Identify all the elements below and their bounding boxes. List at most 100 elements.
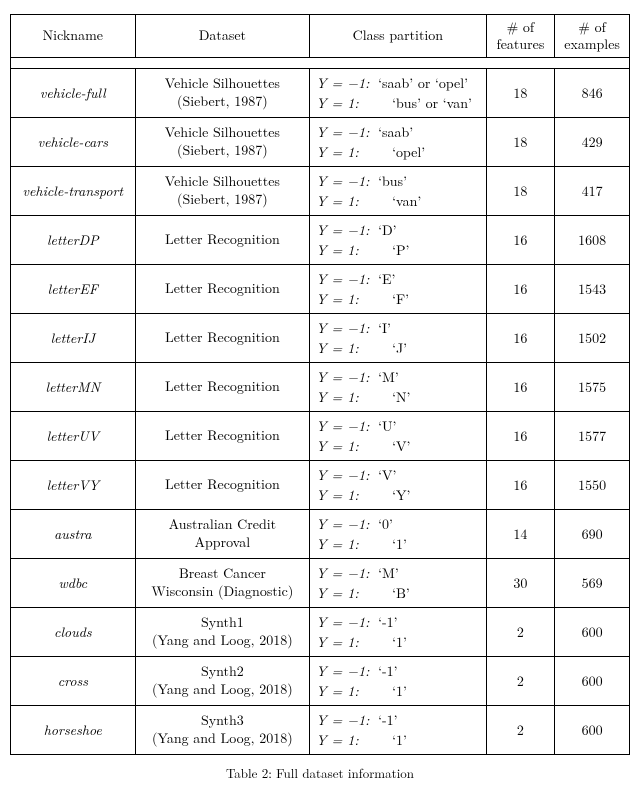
cell-dataset: Letter Recognition — [135, 313, 309, 362]
cell-dataset: Vehicle Silhouettes(Siebert, 1987) — [135, 68, 309, 117]
cell-dataset: Letter Recognition — [135, 411, 309, 460]
cell-dataset: Synth1(Yang and Loog, 2018) — [135, 607, 309, 656]
cell-partition: Y = −1:‘U’Y = 1: ‘V’ — [310, 411, 487, 460]
cell-features: 30 — [486, 558, 555, 607]
table-row: wdbcBreast CancerWisconsin (Diagnostic)Y… — [11, 558, 630, 607]
cell-dataset: Letter Recognition — [135, 215, 309, 264]
partition-label: Y = 1: — [316, 730, 378, 750]
partition-value: ‘M’ — [378, 563, 399, 583]
partition-label: Y = 1: — [316, 338, 378, 358]
partition-label: Y = 1: — [316, 142, 378, 162]
partition-value: ‘1’ — [378, 632, 407, 652]
cell-partition: Y = −1:‘0’Y = 1: ‘1’ — [310, 509, 487, 558]
partition-line: Y = −1:‘-1’ — [316, 661, 480, 681]
cell-dataset: Synth3(Yang and Loog, 2018) — [135, 705, 309, 754]
cell-nickname: letterMN — [11, 362, 136, 411]
cell-partition: Y = −1:‘-1’Y = 1: ‘1’ — [310, 607, 487, 656]
partition-line: Y = 1: ‘1’ — [316, 730, 480, 750]
cell-partition: Y = −1:‘I’Y = 1: ‘J’ — [310, 313, 487, 362]
partition-line: Y = −1:‘I’ — [316, 318, 480, 338]
cell-features: 16 — [486, 264, 555, 313]
table-row: vehicle-carsVehicle Silhouettes(Siebert,… — [11, 117, 630, 166]
cell-partition: Y = −1:‘M’Y = 1: ‘N’ — [310, 362, 487, 411]
cell-dataset: Letter Recognition — [135, 264, 309, 313]
cell-partition: Y = −1:‘M’Y = 1: ‘B’ — [310, 558, 487, 607]
cell-examples: 569 — [555, 558, 630, 607]
cell-nickname: austra — [11, 509, 136, 558]
cell-examples: 417 — [555, 166, 630, 215]
cell-examples: 600 — [555, 607, 630, 656]
cell-nickname: clouds — [11, 607, 136, 656]
partition-label: Y = 1: — [316, 191, 378, 211]
partition-value: ‘van’ — [378, 191, 421, 211]
partition-value: ‘saab’ or ‘opel’ — [378, 73, 468, 93]
cell-features: 2 — [486, 607, 555, 656]
partition-value: ‘M’ — [378, 367, 399, 387]
partition-value: ‘V’ — [378, 465, 396, 485]
partition-label: Y = 1: — [316, 583, 378, 603]
partition-line: Y = 1: ‘1’ — [316, 632, 480, 652]
cell-partition: Y = −1:‘saab’ or ‘opel’Y = 1: ‘bus’ or ‘… — [310, 68, 487, 117]
partition-value: ‘1’ — [378, 730, 407, 750]
cell-features: 18 — [486, 117, 555, 166]
partition-line: Y = 1: ‘Y’ — [316, 485, 480, 505]
cell-features: 16 — [486, 460, 555, 509]
partition-label: Y = −1: — [316, 269, 378, 289]
partition-line: Y = 1: ‘V’ — [316, 436, 480, 456]
cell-examples: 1543 — [555, 264, 630, 313]
cell-examples: 600 — [555, 705, 630, 754]
cell-nickname: letterDP — [11, 215, 136, 264]
table-header-row: Nickname Dataset Class partition # offea… — [11, 15, 630, 58]
cell-examples: 1550 — [555, 460, 630, 509]
partition-value: ‘-1’ — [378, 710, 397, 730]
cell-dataset: Letter Recognition — [135, 460, 309, 509]
table-row: letterUVLetter RecognitionY = −1:‘U’Y = … — [11, 411, 630, 460]
header-separator — [11, 57, 630, 68]
cell-partition: Y = −1:‘V’Y = 1: ‘Y’ — [310, 460, 487, 509]
cell-features: 18 — [486, 166, 555, 215]
cell-features: 16 — [486, 313, 555, 362]
header-nickname: Nickname — [11, 15, 136, 58]
cell-features: 2 — [486, 705, 555, 754]
cell-dataset: Vehicle Silhouettes(Siebert, 1987) — [135, 166, 309, 215]
cell-partition: Y = −1:‘bus’Y = 1: ‘van’ — [310, 166, 487, 215]
partition-label: Y = 1: — [316, 93, 378, 113]
cell-features: 18 — [486, 68, 555, 117]
partition-line: Y = −1:‘M’ — [316, 563, 480, 583]
cell-features: 2 — [486, 656, 555, 705]
partition-label: Y = −1: — [316, 710, 378, 730]
partition-label: Y = 1: — [316, 240, 378, 260]
partition-line: Y = 1: ‘N’ — [316, 387, 480, 407]
table-row: horseshoeSynth3(Yang and Loog, 2018)Y = … — [11, 705, 630, 754]
partition-label: Y = −1: — [316, 661, 378, 681]
partition-label: Y = 1: — [316, 534, 378, 554]
cell-nickname: letterVY — [11, 460, 136, 509]
partition-line: Y = 1: ‘B’ — [316, 583, 480, 603]
partition-value: ‘1’ — [378, 534, 407, 554]
partition-label: Y = 1: — [316, 436, 378, 456]
partition-line: Y = 1: ‘1’ — [316, 534, 480, 554]
cell-partition: Y = −1:‘saab’Y = 1: ‘opel’ — [310, 117, 487, 166]
partition-value: ‘opel’ — [378, 142, 425, 162]
cell-nickname: wdbc — [11, 558, 136, 607]
partition-value: ‘bus’ — [378, 171, 407, 191]
cell-dataset: Letter Recognition — [135, 362, 309, 411]
partition-line: Y = 1: ‘van’ — [316, 191, 480, 211]
header-dataset: Dataset — [135, 15, 309, 58]
cell-dataset: Breast CancerWisconsin (Diagnostic) — [135, 558, 309, 607]
partition-value: ‘U’ — [378, 416, 396, 436]
cell-examples: 429 — [555, 117, 630, 166]
table-row: crossSynth2(Yang and Loog, 2018)Y = −1:‘… — [11, 656, 630, 705]
partition-line: Y = −1:‘saab’ — [316, 122, 480, 142]
partition-value: ‘Y’ — [378, 485, 410, 505]
partition-line: Y = −1:‘V’ — [316, 465, 480, 485]
partition-line: Y = 1: ‘bus’ or ‘van’ — [316, 93, 480, 113]
partition-label: Y = −1: — [316, 612, 378, 632]
cell-examples: 1502 — [555, 313, 630, 362]
cell-nickname: vehicle-full — [11, 68, 136, 117]
cell-nickname: vehicle-cars — [11, 117, 136, 166]
partition-value: ‘-1’ — [378, 612, 397, 632]
cell-features: 14 — [486, 509, 555, 558]
partition-line: Y = 1: ‘opel’ — [316, 142, 480, 162]
cell-features: 16 — [486, 215, 555, 264]
